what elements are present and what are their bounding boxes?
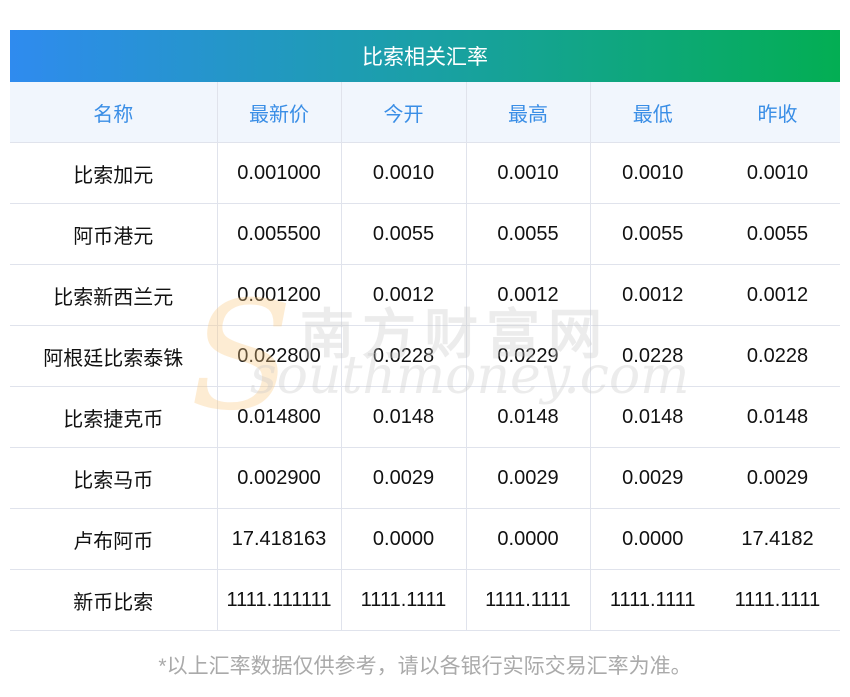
currency-pair-name: 阿币港元 (10, 203, 217, 265)
rate-cell: 0.0000 (340, 508, 466, 570)
table-row: 阿币港元 0.005500 0.0055 0.0055 0.0055 0.0055 (10, 203, 840, 265)
column-header: 最新价 (216, 82, 341, 143)
rate-cell: 0.0055 (589, 203, 715, 265)
rate-cell: 0.0229 (465, 325, 590, 387)
currency-pair-name: 比索捷克币 (10, 386, 217, 448)
rate-cell: 0.0010 (465, 142, 590, 204)
rate-cell: 1111.111111 (216, 569, 341, 631)
rate-cell: 17.418163 (216, 508, 341, 570)
currency-pair-name: 新币比索 (10, 569, 217, 631)
table-header-row: 名称 最新价 今开 最高 最低 昨收 (10, 82, 840, 143)
rate-cell: 1111.1111 (465, 569, 590, 631)
rate-cell: 0.022800 (216, 325, 341, 387)
currency-pair-name: 卢布阿币 (10, 508, 217, 570)
currency-pair-name: 阿根廷比索泰铢 (10, 325, 217, 387)
table-row: 卢布阿币 17.418163 0.0000 0.0000 0.0000 17.4182 (10, 508, 840, 570)
rate-cell: 0.0029 (715, 447, 840, 509)
table-row: 比索新西兰元 0.001200 0.0012 0.0012 0.0012 0.0012 (10, 264, 840, 326)
rate-cell: 0.0012 (340, 264, 466, 326)
rate-cell: 1111.1111 (589, 569, 715, 631)
rate-cell: 0.0148 (715, 386, 840, 448)
rate-cell: 0.001200 (216, 264, 341, 326)
rate-cell: 0.0000 (465, 508, 590, 570)
column-header: 今开 (340, 82, 466, 143)
table-row: 新币比索 1111.111111 1111.1111 1111.1111 1111.11… (10, 569, 840, 631)
table-row: 比索马币 0.002900 0.0029 0.0029 0.0029 0.0029 (10, 447, 840, 509)
rate-cell: 0.005500 (216, 203, 341, 265)
exchange-rate-table: 名称 最新价 今开 最高 最低 昨收 比索加元 0.001000 0.0010 0.0010 0.… (10, 82, 840, 631)
rate-cell: 0.0148 (589, 386, 715, 448)
rate-cell: 0.0000 (589, 508, 715, 570)
rate-cell: 0.0012 (589, 264, 715, 326)
rate-cell: 0.001000 (216, 142, 341, 204)
rate-cell: 0.014800 (216, 386, 341, 448)
column-header: 名称 (10, 82, 217, 143)
rate-cell: 0.0010 (340, 142, 466, 204)
rate-cell: 1111.1111 (715, 569, 840, 631)
rate-cell: 0.0148 (340, 386, 466, 448)
rate-cell: 0.0010 (589, 142, 715, 204)
rate-cell: 0.0228 (589, 325, 715, 387)
rate-cell: 0.0029 (465, 447, 590, 509)
table-title: 比索相关汇率 (10, 30, 840, 82)
rate-cell: 17.4182 (715, 508, 840, 570)
currency-pair-name: 比索加元 (10, 142, 217, 204)
table-row: 比索加元 0.001000 0.0010 0.0010 0.0010 0.0010 (10, 142, 840, 204)
rate-cell: 0.0012 (465, 264, 590, 326)
column-header: 最低 (589, 82, 715, 143)
disclaimer: *以上汇率数据仅供参考，请以各银行实际交易汇率为准。 (158, 655, 692, 678)
rate-cell: 0.0228 (715, 325, 840, 387)
rate-cell: 0.002900 (216, 447, 341, 509)
rate-cell: 0.0010 (715, 142, 840, 204)
column-header: 昨收 (715, 82, 840, 143)
rate-cell: 0.0029 (340, 447, 466, 509)
rate-cell: 0.0228 (340, 325, 466, 387)
rate-cell: 0.0055 (465, 203, 590, 265)
rate-cell: 0.0012 (715, 264, 840, 326)
column-header: 最高 (465, 82, 590, 143)
currency-pair-name: 比索新西兰元 (10, 264, 217, 326)
rate-cell: 1111.1111 (340, 569, 466, 631)
table-row: 比索捷克币 0.014800 0.0148 0.0148 0.0148 0.0148 (10, 386, 840, 448)
currency-pair-name: 比索马币 (10, 447, 217, 509)
table-row: 阿根廷比索泰铢 0.022800 0.0228 0.0229 0.0228 0.0228 (10, 325, 840, 387)
rate-cell: 0.0055 (715, 203, 840, 265)
rate-cell: 0.0055 (340, 203, 466, 265)
rate-cell: 0.0148 (465, 386, 590, 448)
rate-cell: 0.0029 (589, 447, 715, 509)
